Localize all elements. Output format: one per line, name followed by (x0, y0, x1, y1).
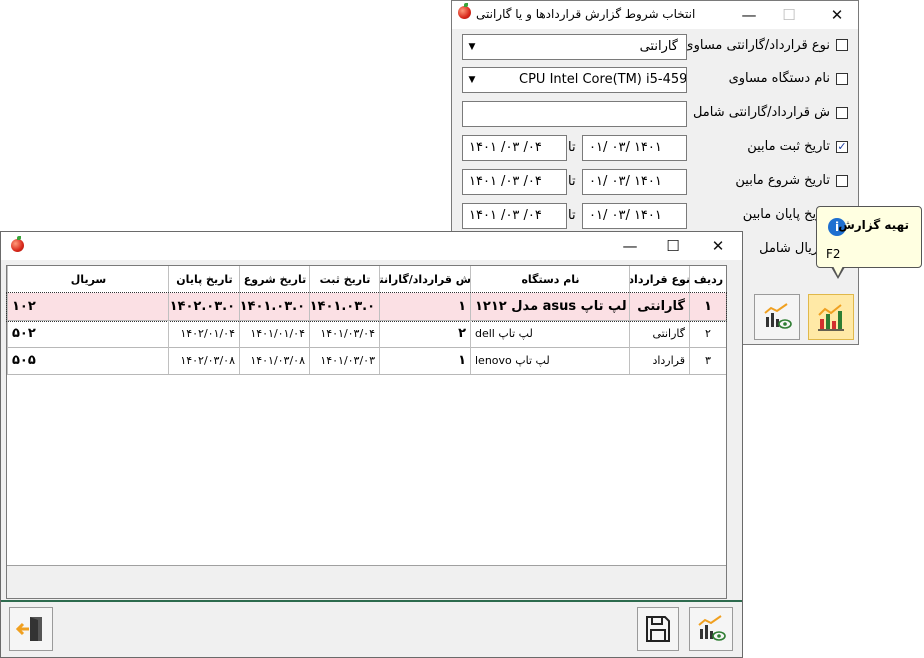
cell-device-name: لپ تاپ asus مدل ۱۲۱۲ (470, 293, 629, 320)
close-button[interactable]: ✕ (820, 1, 854, 29)
floppy-disk-icon (646, 616, 670, 642)
filter-dialog-title: انتخاب شروط گزارش قراردادها و یا گارانتی (476, 7, 696, 21)
exit-button[interactable] (9, 607, 53, 651)
chart-view-icon (764, 303, 792, 329)
cell-register-date: ۱۴۰۱.۰۳.۰ (309, 293, 379, 320)
table-header: ردیف نوع قرارداد/گارانتی نام دستگاه ش قر… (7, 266, 726, 294)
exit-door-icon (16, 617, 42, 641)
table-footer-bar (7, 565, 726, 598)
start-date-from-value: ۰۱/ ۰۳/ ۱۴۰۱ (589, 174, 662, 189)
report-window: — ☐ ✕ ردیف نوع قرارداد/گارانتی نام دستگا… (0, 231, 743, 658)
cell-start-date: ۱۴۰۱.۰۳.۰ (239, 293, 309, 320)
register-date-label: تاریخ ثبت مابین (747, 139, 830, 154)
bottom-divider (1, 600, 742, 602)
app-tomato-icon (458, 3, 471, 19)
cell-start-date: ۱۴۰۱/۰۱/۰۴ (239, 320, 309, 347)
cell-serial: ۱۰۲ (7, 293, 168, 320)
device-equals-label: نام دستگاه مساوی (728, 71, 830, 86)
chart-preview-button[interactable] (689, 607, 733, 651)
cell-register-date: ۱۴۰۱/۰۳/۰۳ (309, 347, 379, 374)
prepare-report-tooltip: i تهیه گزارش F2 (816, 206, 922, 279)
contract-number-label: ش قرارداد/گارانتی شامل (692, 105, 830, 120)
register-date-to[interactable]: ۱۴۰۱ /۰۳ /۰۴ (462, 135, 567, 161)
column-header-device-name[interactable]: نام دستگاه (470, 266, 630, 293)
start-date-checkbox[interactable] (836, 175, 848, 187)
report-table: ردیف نوع قرارداد/گارانتی نام دستگاه ش قر… (6, 265, 727, 599)
end-date-from[interactable]: ۰۱/ ۰۳/ ۱۴۰۱ (582, 203, 687, 229)
register-date-checkbox[interactable]: ✓ (836, 141, 848, 153)
type-select-value: گارانتی (639, 39, 678, 54)
close-button[interactable]: ✕ (701, 232, 735, 260)
cell-end-date: ۱۴۰۲.۰۳.۰ (168, 293, 239, 320)
app-tomato-icon (11, 236, 24, 252)
type-dropdown-arrow-icon[interactable]: ▼ (463, 35, 481, 59)
cell-type: قرارداد (629, 347, 689, 374)
contract-number-checkbox[interactable] (836, 107, 848, 119)
column-header-start-date[interactable]: تاریخ شروع (239, 266, 310, 293)
preview-report-button[interactable] (754, 294, 800, 340)
start-date-to-value: ۱۴۰۱ /۰۳ /۰۴ (469, 174, 542, 189)
end-date-to-value: ۱۴۰۱ /۰۳ /۰۴ (469, 208, 542, 223)
filter-dialog-titlebar: انتخاب شروط گزارش قراردادها و یا گارانتی… (452, 1, 858, 29)
cell-contract-number: ۲ (379, 320, 470, 347)
end-date-to[interactable]: ۱۴۰۱ /۰۳ /۰۴ (462, 203, 567, 229)
table-row[interactable]: ۲ گارانتی لپ تاپ dell ۲ ۱۴۰۱/۰۳/۰۴ ۱۴۰۱/… (7, 320, 726, 348)
cell-row-number: ۳ (689, 347, 726, 374)
end-date-ta: تا (568, 208, 576, 223)
end-date-from-value: ۰۱/ ۰۳/ ۱۴۰۱ (589, 208, 662, 223)
column-header-serial[interactable]: سریال (7, 266, 169, 293)
prepare-report-button[interactable] (808, 294, 854, 340)
start-date-from[interactable]: ۰۱/ ۰۳/ ۱۴۰۱ (582, 169, 687, 195)
report-window-titlebar: — ☐ ✕ (1, 232, 742, 260)
cell-contract-number: ۱ (379, 347, 470, 374)
table-row[interactable]: ۳ قرارداد لپ تاپ lenovo ۱ ۱۴۰۱/۰۳/۰۳ ۱۴۰… (7, 347, 726, 375)
device-equals-checkbox[interactable] (836, 73, 848, 85)
register-date-from[interactable]: ۰۱/ ۰۳/ ۱۴۰۱ (582, 135, 687, 161)
table-row[interactable]: ۱ گارانتی لپ تاپ asus مدل ۱۲۱۲ ۱ ۱۴۰۱.۰۳… (6, 292, 727, 322)
device-select[interactable]: CPU Intel Core(TM) i5-4590 (462, 67, 687, 93)
maximize-button: ☐ (782, 6, 796, 24)
column-header-register-date[interactable]: تاریخ ثبت (309, 266, 380, 293)
register-date-ta: تا (568, 140, 576, 155)
cell-device-name: لپ تاپ lenovo (470, 347, 629, 374)
type-select[interactable]: گارانتی (462, 34, 687, 60)
contract-number-input[interactable] (462, 101, 687, 127)
start-date-label: تاریخ شروع مابین (735, 173, 830, 188)
register-date-to-value: ۱۴۰۱ /۰۳ /۰۴ (469, 140, 542, 155)
cell-start-date: ۱۴۰۱/۰۳/۰۸ (239, 347, 309, 374)
start-date-ta: تا (568, 174, 576, 189)
cell-device-name: لپ تاپ dell (470, 320, 629, 347)
cell-type: گارانتی (629, 320, 689, 347)
minimize-button[interactable]: — (613, 232, 647, 260)
minimize-button[interactable]: — (732, 1, 766, 29)
type-equals-checkbox[interactable] (836, 39, 848, 51)
device-select-value: CPU Intel Core(TM) i5-4590 (519, 72, 687, 87)
tooltip-shortcut: F2 (826, 247, 841, 261)
maximize-button[interactable]: ☐ (656, 232, 690, 260)
device-dropdown-arrow-icon[interactable]: ▼ (463, 68, 481, 92)
register-date-from-value: ۰۱/ ۰۳/ ۱۴۰۱ (589, 140, 662, 155)
cell-row-number: ۱ (689, 293, 726, 320)
tooltip-title: تهیه گزارش (838, 218, 909, 232)
column-header-contract-number[interactable]: ش قرارداد/گارانتی (379, 266, 471, 293)
cell-end-date: ۱۴۰۲/۰۱/۰۴ (168, 320, 239, 347)
chart-view-icon (698, 615, 726, 641)
type-equals-label: نوع قرارداد/گارانتی مساوی (683, 38, 830, 53)
save-button[interactable] (637, 607, 679, 651)
cell-type: گارانتی (629, 293, 689, 320)
cell-serial: ۵۰۵ (7, 347, 168, 374)
tooltip-pointer-fill (833, 266, 843, 276)
column-header-row-number[interactable]: ردیف (689, 266, 727, 293)
column-header-type[interactable]: نوع قرارداد/گارانتی (629, 266, 690, 293)
column-header-end-date[interactable]: تاریخ پایان (168, 266, 240, 293)
cell-serial: ۵۰۲ (7, 320, 168, 347)
cell-end-date: ۱۴۰۲/۰۳/۰۸ (168, 347, 239, 374)
start-date-to[interactable]: ۱۴۰۱ /۰۳ /۰۴ (462, 169, 567, 195)
cell-row-number: ۲ (689, 320, 726, 347)
cell-contract-number: ۱ (379, 293, 470, 320)
cell-register-date: ۱۴۰۱/۰۳/۰۴ (309, 320, 379, 347)
bar-chart-icon (818, 304, 844, 331)
